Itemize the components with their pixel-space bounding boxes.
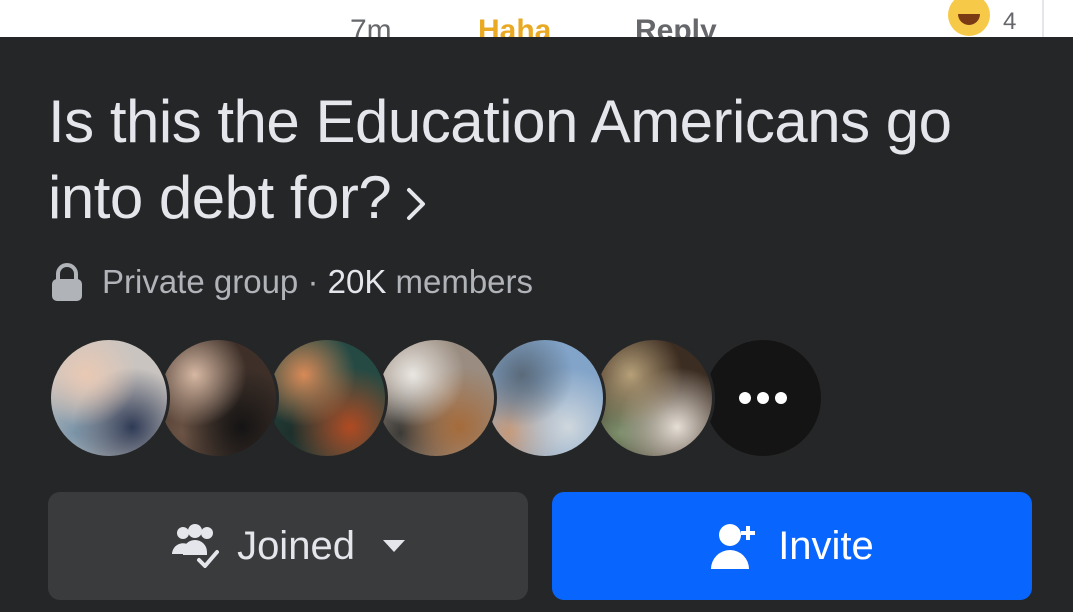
avatar-group-formal[interactable] xyxy=(157,337,279,459)
group-name[interactable]: Is this the Education Americans go into … xyxy=(48,88,952,231)
reply-link[interactable]: Reply xyxy=(635,14,717,37)
joined-label: Joined xyxy=(237,523,355,568)
avatar-redhead-character[interactable] xyxy=(266,337,388,459)
group-title[interactable]: Is this the Education Americans go into … xyxy=(48,84,1038,240)
more-members-avatar[interactable] xyxy=(702,337,824,459)
group-privacy-line: Private group · 20K members xyxy=(50,262,533,302)
invite-button[interactable]: Invite xyxy=(552,492,1032,600)
add-person-icon xyxy=(710,521,760,571)
chevron-right-icon[interactable] xyxy=(405,164,427,240)
avatar-family-beach[interactable] xyxy=(48,337,170,459)
group-check-icon xyxy=(169,524,220,568)
joined-button[interactable]: Joined xyxy=(48,492,528,600)
comment-bubble-edge xyxy=(1030,0,1044,37)
members-suffix: members xyxy=(386,263,534,300)
avatar-stadium-crowd[interactable] xyxy=(484,337,606,459)
lock-icon xyxy=(50,262,84,302)
haha-reaction-link[interactable]: Haha xyxy=(478,14,551,37)
caret-down-icon xyxy=(381,538,407,554)
comment-action-strip: 7m Haha Reply 4 xyxy=(0,0,1073,37)
invite-label: Invite xyxy=(778,523,874,568)
more-dots-icon xyxy=(739,392,787,404)
separator-dot: · xyxy=(298,263,328,300)
comment-timestamp: 7m xyxy=(350,14,392,37)
reaction-count[interactable]: 4 xyxy=(1003,8,1016,36)
member-count[interactable]: 20K xyxy=(328,263,387,301)
avatar-dog-indoor[interactable] xyxy=(593,337,715,459)
avatar-dog-cats[interactable] xyxy=(375,337,497,459)
privacy-label: Private group xyxy=(102,263,299,300)
